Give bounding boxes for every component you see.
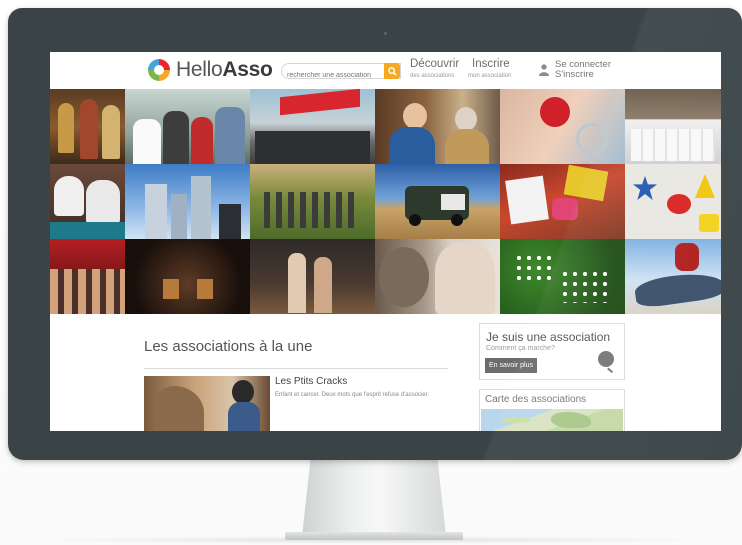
nav-discover-sub: des associations — [410, 72, 455, 79]
nav-register[interactable]: Inscrire mon association — [468, 58, 512, 79]
photo-tile[interactable] — [125, 239, 250, 314]
photo-tile[interactable] — [250, 164, 375, 239]
nav-discover-label: Découvrir — [410, 58, 460, 70]
photo-tile[interactable] — [50, 89, 125, 164]
association-box: Je suis une association Comment ça march… — [479, 323, 625, 380]
photo-tile[interactable] — [125, 164, 250, 239]
site-header: HelloAsso Découvrir des associations Ins… — [50, 52, 721, 90]
logo-icon — [148, 59, 170, 81]
background: HelloAsso Découvrir des associations Ins… — [0, 0, 742, 545]
photo-tile[interactable] — [500, 89, 625, 164]
search-input[interactable] — [282, 68, 395, 82]
associations-map[interactable] — [481, 409, 623, 431]
learn-more-button[interactable]: En savoir plus — [485, 358, 537, 373]
signup-link[interactable]: S'inscrire — [555, 70, 611, 80]
search-field — [281, 63, 401, 82]
photo-tile[interactable] — [375, 164, 500, 239]
featured-item-title[interactable]: Les Ptits Cracks — [275, 376, 347, 387]
nav-register-label: Inscrire — [472, 58, 510, 70]
photo-tile[interactable] — [125, 89, 250, 164]
featured-thumbnail[interactable] — [144, 376, 270, 431]
photo-tile[interactable] — [500, 239, 625, 314]
lightbulb-icon — [598, 351, 614, 367]
site-logo[interactable]: HelloAsso — [148, 58, 273, 82]
logo-text: HelloAsso — [176, 58, 273, 81]
monitor-bezel: HelloAsso Découvrir des associations Ins… — [8, 8, 742, 460]
association-box-subtitle[interactable]: Comment ça marche? — [486, 345, 555, 352]
website-screen: HelloAsso Découvrir des associations Ins… — [50, 52, 721, 431]
photo-tile[interactable] — [250, 239, 375, 314]
camera-dot — [384, 32, 387, 35]
featured-item-description: Enfant et cancer. Deux mots que l'esprit… — [275, 392, 430, 398]
photo-tile[interactable] — [625, 239, 721, 314]
association-box-title: Je suis une association — [486, 330, 611, 344]
monitor-base — [285, 532, 463, 540]
photo-tile[interactable] — [50, 239, 125, 314]
photo-tile[interactable] — [375, 89, 500, 164]
nav-register-sub: mon association — [468, 72, 512, 79]
main-content: Les associations à la une Les Ptits Crac… — [50, 314, 721, 431]
photo-tile[interactable] — [500, 164, 625, 239]
photo-tile[interactable] — [375, 239, 500, 314]
search-icon — [387, 66, 397, 76]
photo-mosaic — [50, 89, 721, 314]
photo-tile[interactable] — [625, 164, 721, 239]
user-menu: Se connecter S'inscrire — [539, 60, 611, 80]
featured-divider — [144, 368, 448, 369]
map-box: Carte des associations — [479, 389, 625, 431]
photo-tile[interactable] — [625, 89, 721, 164]
featured-title: Les associations à la une — [144, 338, 313, 355]
photo-tile[interactable] — [50, 164, 125, 239]
user-icon — [539, 64, 549, 76]
monitor-stand — [302, 458, 446, 536]
search-button[interactable] — [384, 63, 400, 79]
nav-discover[interactable]: Découvrir des associations — [410, 58, 460, 79]
map-box-title: Carte des associations — [485, 394, 587, 405]
photo-tile[interactable] — [250, 89, 375, 164]
